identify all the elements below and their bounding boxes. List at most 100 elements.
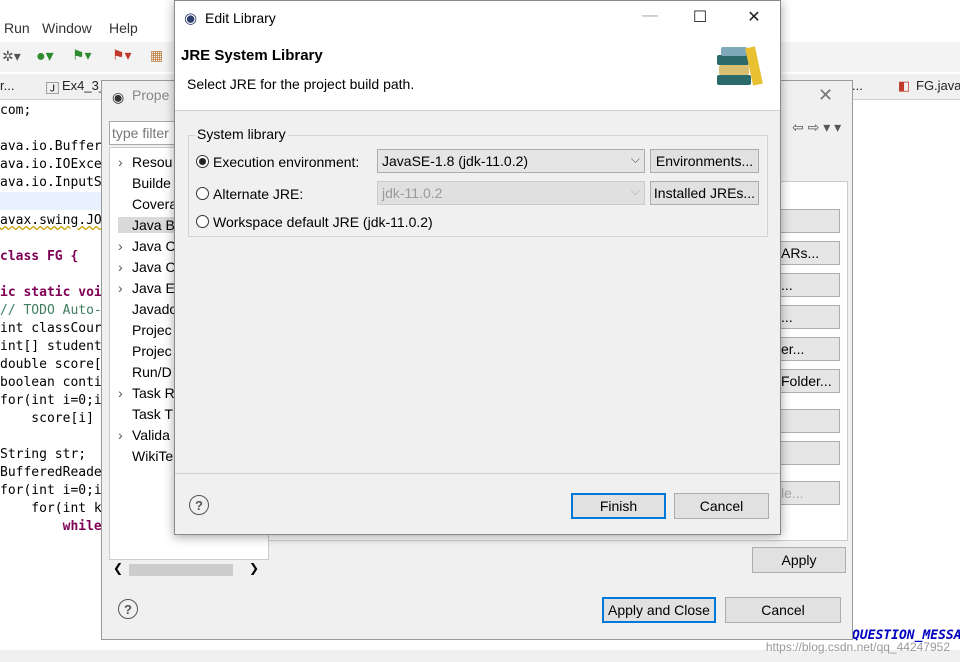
tab-overflow[interactable]: ... xyxy=(852,78,863,93)
alternate-jre-combo[interactable]: jdk-11.0.2 ⌵ xyxy=(377,181,645,205)
scroll-right-icon[interactable]: ❯ xyxy=(249,561,259,575)
java-file-icon: 🄹 xyxy=(46,81,60,96)
workspace-default-label[interactable]: Workspace default JRE (jdk-11.0.2) xyxy=(213,214,433,230)
editor-tab-ex4[interactable]: Ex4_3_ xyxy=(62,78,106,93)
execution-environment-combo[interactable]: JavaSE-1.8 (jdk-11.0.2) ⌵ xyxy=(377,149,645,173)
window-title: Edit Library xyxy=(205,10,276,26)
build-path-side-button[interactable]: Folder... xyxy=(774,369,840,393)
menu-run[interactable]: Run xyxy=(4,20,30,36)
build-path-side-button[interactable] xyxy=(774,209,840,233)
tree-item-label: Projec xyxy=(132,322,172,338)
tree-item[interactable]: › Resou xyxy=(118,154,172,170)
tree-item[interactable]: WikiTe xyxy=(118,448,173,464)
eclipse-icon: ◉ xyxy=(184,10,198,27)
tree-item[interactable]: Projec xyxy=(118,322,172,338)
tree-item-label: Javado xyxy=(132,301,178,317)
tree-item[interactable]: Java Bu xyxy=(118,217,183,233)
alternate-jre-radio[interactable] xyxy=(196,187,209,200)
execution-environment-radio[interactable] xyxy=(196,155,209,168)
close-icon[interactable]: ✕ xyxy=(739,7,769,27)
chevron-right-icon[interactable]: › xyxy=(118,385,132,401)
help-icon[interactable]: ? xyxy=(189,495,209,515)
cancel-button[interactable]: Cancel xyxy=(674,493,769,519)
build-path-side-button[interactable]: ... xyxy=(774,305,840,329)
tree-item[interactable]: Task T xyxy=(118,406,173,422)
build-path-side-button[interactable]: ARs... xyxy=(774,241,840,265)
run-config-icon[interactable]: ⚑▾ xyxy=(72,47,92,64)
eclipse-icon: ◉ xyxy=(112,89,125,105)
chevron-down-icon: ⌵ xyxy=(630,184,640,198)
tree-item[interactable]: Projec xyxy=(118,343,172,359)
chevron-right-icon[interactable]: › xyxy=(118,238,132,254)
code-line: // TODO Auto- xyxy=(0,303,102,318)
tree-item-label: Task R xyxy=(132,385,175,401)
code-editor[interactable]: com; ava.io.Buffer ava.io.IOExce ava.io.… xyxy=(0,102,200,542)
code-line: com; xyxy=(0,103,32,118)
help-icon[interactable]: ? xyxy=(118,599,138,619)
close-icon[interactable]: ✕ xyxy=(818,85,833,106)
tree-item[interactable]: Javado xyxy=(118,301,177,317)
code-line: while xyxy=(0,519,102,534)
tree-item-label: Run/D xyxy=(132,364,172,380)
editor-tab-left[interactable]: r... xyxy=(0,78,14,93)
code-line: avax.swing.JO xyxy=(0,213,102,228)
watermark: https://blog.csdn.net/qq_44247952 xyxy=(765,640,950,654)
library-books-icon xyxy=(717,46,763,86)
tree-item[interactable]: Covera xyxy=(118,196,177,212)
header-title: JRE System Library xyxy=(181,47,323,64)
wizard-header: JRE System Library Select JRE for the pr… xyxy=(175,35,780,111)
header-description: Select JRE for the project build path. xyxy=(187,76,415,92)
menu-help[interactable]: Help xyxy=(109,20,138,36)
combo-value: JavaSE-1.8 (jdk-11.0.2) xyxy=(382,153,529,169)
tree-item[interactable]: › Task R xyxy=(118,385,175,401)
minimize-icon[interactable]: — xyxy=(635,7,665,25)
external-tools-icon[interactable]: ⚑▾ xyxy=(112,47,132,64)
build-path-side-button[interactable] xyxy=(774,441,840,465)
nav-arrows-icon[interactable]: ⇦ ⇨ ▾ ▾ xyxy=(792,119,841,136)
finish-button[interactable]: Finish xyxy=(571,493,666,519)
tree-horizontal-scrollbar[interactable]: ❮ ❯ xyxy=(109,559,269,577)
code-line: for(int i=0;i xyxy=(0,483,102,498)
maximize-icon[interactable]: ☐ xyxy=(685,7,715,27)
build-path-side-button[interactable]: le... xyxy=(774,481,840,505)
properties-title: Prope xyxy=(132,87,170,103)
chevron-right-icon[interactable]: › xyxy=(118,154,132,170)
execution-environment-label[interactable]: Execution environment: xyxy=(213,154,359,170)
group-label: System library xyxy=(195,126,288,142)
code-line: for(int k xyxy=(0,501,102,516)
tree-item[interactable]: Run/D xyxy=(118,364,172,380)
tree-item[interactable]: › Java Ed xyxy=(118,280,183,296)
editor-tab-fg-java[interactable]: FG.java xyxy=(916,78,960,93)
build-path-side-button[interactable] xyxy=(774,409,840,433)
edit-library-dialog: ◉ Edit Library — ☐ ✕ JRE System Library … xyxy=(174,0,781,535)
installed-jres-button[interactable]: Installed JREs... xyxy=(650,181,759,205)
alternate-jre-label[interactable]: Alternate JRE: xyxy=(213,186,303,202)
apply-and-close-button[interactable]: Apply and Close xyxy=(602,597,716,623)
properties-cancel-button[interactable]: Cancel xyxy=(725,597,841,623)
java-file-icon: ◧ xyxy=(898,78,911,93)
debug-icon[interactable]: ✲▾ xyxy=(2,48,21,65)
environments-button[interactable]: Environments... xyxy=(650,149,759,173)
menu-window[interactable]: Window xyxy=(42,20,92,36)
chevron-right-icon[interactable]: › xyxy=(118,259,132,275)
tree-item-label: Task T xyxy=(132,406,173,422)
code-line: for(int i=0;i xyxy=(0,393,102,408)
build-path-side-button[interactable]: ... xyxy=(774,273,840,297)
chevron-right-icon[interactable]: › xyxy=(118,280,132,296)
code-line: BufferedReade xyxy=(0,465,102,480)
workspace-default-radio[interactable] xyxy=(196,215,209,228)
scrollbar-thumb[interactable] xyxy=(129,564,233,576)
build-path-side-button[interactable]: er... xyxy=(774,337,840,361)
run-icon[interactable]: ●▾ xyxy=(36,46,54,66)
new-package-icon[interactable]: ▦ xyxy=(150,47,163,64)
tree-item[interactable]: › Valida xyxy=(118,427,170,443)
tree-item-label: Covera xyxy=(132,196,178,212)
tree-item[interactable]: Builde xyxy=(118,175,171,191)
apply-button[interactable]: Apply xyxy=(752,547,846,573)
code-line: ava.io.Buffer xyxy=(0,139,102,154)
code-line: ava.io.IOExce xyxy=(0,157,102,172)
tree-item-label: WikiTe xyxy=(132,448,174,464)
code-line: int[] student xyxy=(0,339,102,354)
chevron-right-icon[interactable]: › xyxy=(118,427,132,443)
scroll-left-icon[interactable]: ❮ xyxy=(113,561,123,575)
